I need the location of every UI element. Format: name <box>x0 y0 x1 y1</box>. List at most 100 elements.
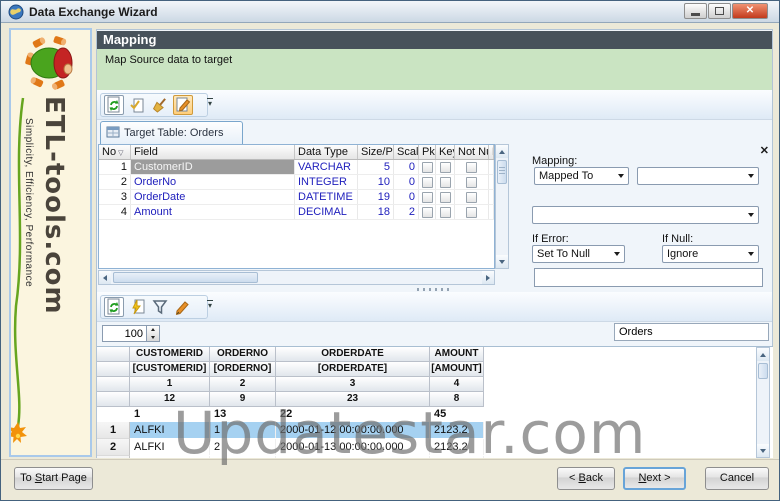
close-panel-icon[interactable]: ✕ <box>760 144 769 157</box>
row-limit-spinner <box>147 325 160 342</box>
title-bar[interactable]: Data Exchange Wizard ✕ <box>1 1 779 23</box>
toolbar-overflow-icon[interactable]: ▾ <box>205 300 215 310</box>
grid-col-header[interactable]: ORDERDATE <box>276 347 430 362</box>
spin-down-icon[interactable] <box>147 334 159 342</box>
pk-checkbox[interactable] <box>421 162 433 173</box>
scroll-left-icon[interactable] <box>99 271 111 284</box>
scrollbar-thumb[interactable] <box>497 160 507 184</box>
grid-offsets-row: 1 13 22 45 <box>97 407 773 422</box>
scroll-down-icon[interactable] <box>757 444 769 457</box>
scrollbar-thumb[interactable] <box>758 363 768 379</box>
clear-mapping-broom-icon[interactable] <box>150 95 170 115</box>
footer-divider <box>1 459 779 460</box>
edit-mapping-icon[interactable] <box>173 95 193 115</box>
fields-horizontal-scrollbar[interactable] <box>98 270 495 285</box>
if-error-select[interactable]: Set To Null <box>532 245 625 263</box>
scroll-right-icon[interactable] <box>482 271 494 284</box>
mapping-toolbar-group <box>100 93 208 117</box>
default-value-textbox[interactable] <box>534 268 763 287</box>
scroll-down-icon[interactable] <box>496 255 508 268</box>
minimize-button[interactable] <box>684 3 707 19</box>
not-null-checkbox[interactable] <box>466 177 477 188</box>
column-header-scale[interactable]: Scale <box>394 145 419 159</box>
column-header-no[interactable]: No ▽ <box>99 145 131 159</box>
maximize-button[interactable] <box>708 3 731 19</box>
scroll-up-icon[interactable] <box>757 348 769 361</box>
grid-col-size: 12 <box>130 392 210 407</box>
mapping-source-select[interactable] <box>637 167 759 185</box>
key-checkbox[interactable] <box>439 177 451 188</box>
field-row-orderdate[interactable]: 3 OrderDate DATETIME 19 0 <box>99 190 494 205</box>
spin-up-icon[interactable] <box>147 326 159 334</box>
pk-checkbox[interactable] <box>421 192 433 203</box>
auto-map-refresh-icon[interactable] <box>104 95 124 115</box>
data-type-cell: DECIMAL <box>295 205 358 219</box>
field-row-orderno[interactable]: 2 OrderNo INTEGER 10 0 <box>99 175 494 190</box>
scale-cell: 0 <box>394 160 419 174</box>
scale-cell: 2 <box>394 205 419 219</box>
field-row-customerid[interactable]: 1 CustomerID VARCHAR 5 0 <box>99 160 494 175</box>
if-null-select[interactable]: Ignore <box>662 245 759 263</box>
column-header-not-null[interactable]: Not Null <box>455 145 489 159</box>
key-checkbox[interactable] <box>439 192 451 203</box>
key-checkbox[interactable] <box>439 162 451 173</box>
field-name-cell: OrderNo <box>131 175 295 189</box>
back-button[interactable]: < Back <box>557 467 615 490</box>
data-type-cell: INTEGER <box>295 175 358 189</box>
not-null-checkbox[interactable] <box>466 162 477 173</box>
scroll-up-icon[interactable] <box>496 145 508 158</box>
column-header-size[interactable]: Size/Pr <box>358 145 394 159</box>
not-null-checkbox[interactable] <box>466 207 477 218</box>
field-name-cell: Amount <box>131 205 295 219</box>
field-row-amount[interactable]: 4 Amount DECIMAL 18 2 <box>99 205 494 220</box>
tab-label: Target Table: Orders <box>124 127 224 139</box>
grid-col-size: 8 <box>430 392 484 407</box>
fields-vertical-scrollbar[interactable] <box>495 144 509 269</box>
orderdate-cell: 2000-01-14 00:00:00.000 <box>276 456 430 458</box>
column-header-pk[interactable]: Pk <box>419 145 436 159</box>
tab-target-table[interactable]: Target Table: Orders <box>100 121 243 144</box>
column-header-d[interactable]: D <box>489 145 494 159</box>
grid-col-mapped: [CUSTOMERID] <box>130 362 210 377</box>
validate-mapping-icon[interactable] <box>127 95 147 115</box>
grid-row[interactable]: 3 ALFKI 3 2000-01-14 00:00:00.000 2123.2 <box>97 456 773 458</box>
grid-col-header[interactable]: ORDERNO <box>210 347 276 362</box>
grid-corner <box>97 347 130 362</box>
grid-row-selected[interactable]: 1 ALFKI 1 2000-01-12 00:00:00.000 2123.2 <box>97 422 773 439</box>
if-error-label: If Error: <box>532 233 569 245</box>
grid-col-mapped: [AMOUNT] <box>430 362 484 377</box>
edit-data-icon[interactable] <box>173 297 193 317</box>
close-button[interactable]: ✕ <box>732 3 768 19</box>
grid-vertical-scrollbar[interactable] <box>756 347 770 458</box>
fields-table-header: No▽ Field Data Type Size/Pr Scale Pk Key… <box>99 145 494 160</box>
column-header-field[interactable]: Field <box>131 145 295 159</box>
refresh-data-icon[interactable] <box>104 297 124 317</box>
grid-col-header[interactable]: AMOUNT <box>430 347 484 362</box>
grid-header-sizes: 12 9 23 8 <box>97 392 773 407</box>
column-header-key[interactable]: Key <box>436 145 455 159</box>
column-header-data-type[interactable]: Data Type <box>295 145 358 159</box>
to-start-page-button[interactable]: To Start Page <box>14 467 93 490</box>
if-null-label: If Null: <box>662 233 694 245</box>
next-button[interactable]: Next > <box>623 467 686 490</box>
table-name-input[interactable] <box>614 323 769 341</box>
key-checkbox[interactable] <box>439 207 451 218</box>
amount-cell: 2123.2 <box>430 456 484 458</box>
pk-checkbox[interactable] <box>421 207 433 218</box>
grid-col-offset: 1 <box>134 408 141 420</box>
mapping-expression-select[interactable] <box>532 206 759 224</box>
not-null-checkbox[interactable] <box>466 192 477 203</box>
pk-checkbox[interactable] <box>421 177 433 188</box>
toolbar-overflow-icon[interactable]: ▾ <box>205 98 215 108</box>
grid-col-header[interactable]: CUSTOMERID <box>130 347 210 362</box>
grid-row[interactable]: 2 ALFKI 2 2000-01-13 00:00:00.000 2123.2 <box>97 439 773 456</box>
filter-icon[interactable] <box>150 297 170 317</box>
grid-col-index: 2 <box>210 377 276 392</box>
mapping-type-select[interactable]: Mapped To <box>534 167 629 185</box>
row-limit-input[interactable] <box>102 325 147 342</box>
scrollbar-thumb[interactable] <box>113 272 258 283</box>
execute-lightning-icon[interactable] <box>127 297 147 317</box>
cancel-button[interactable]: Cancel <box>705 467 769 490</box>
grid-col-mapped: [ORDERNO] <box>210 362 276 377</box>
grid-row-number: 2 <box>97 439 130 456</box>
